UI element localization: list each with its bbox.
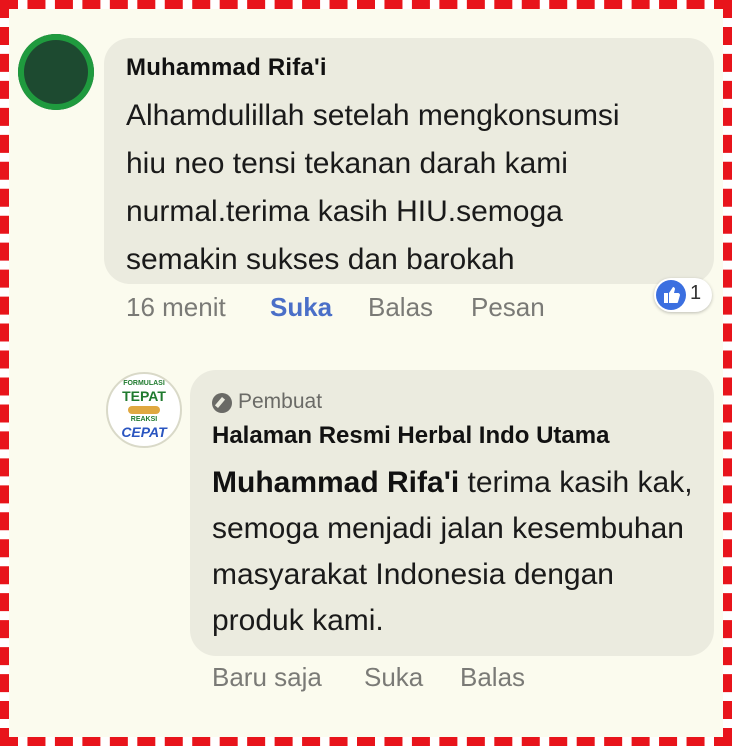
dashed-border-frame	[0, 0, 732, 746]
